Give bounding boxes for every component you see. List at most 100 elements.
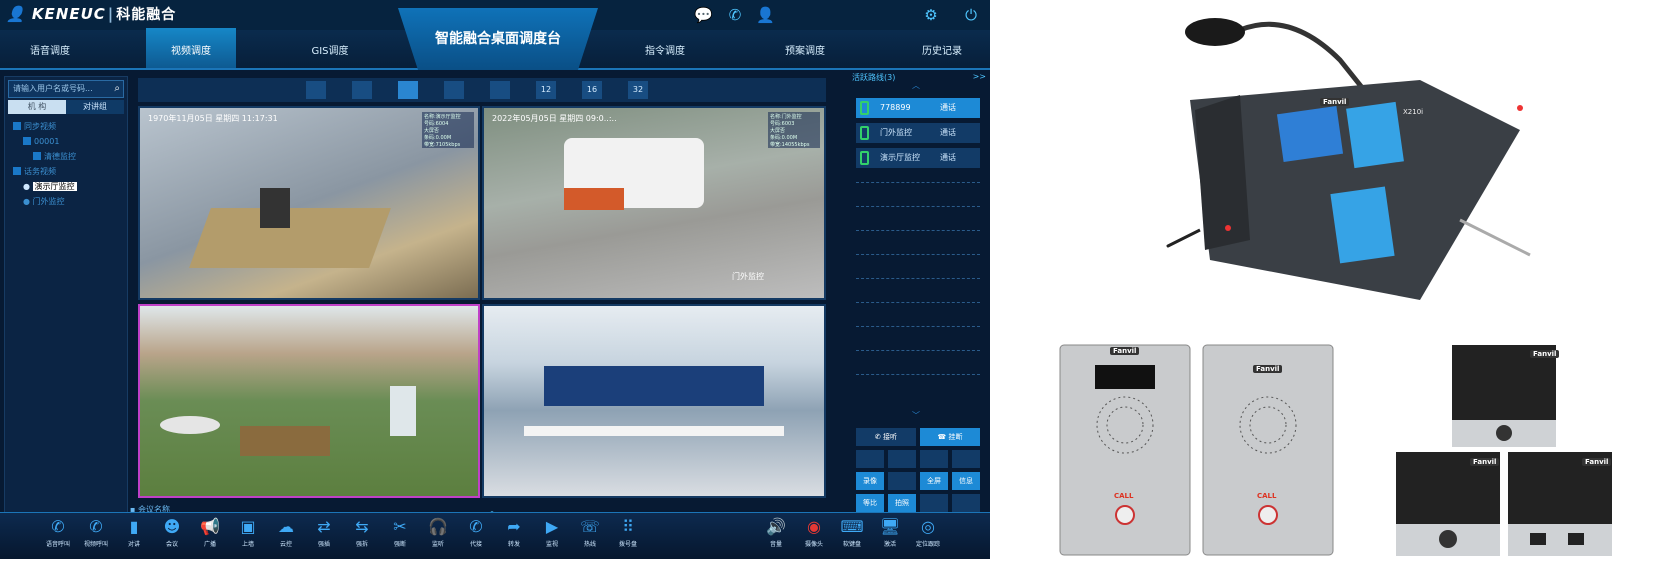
divider <box>856 326 980 327</box>
action-slot[interactable] <box>856 450 884 468</box>
activate-button[interactable]: 🖥 激活 <box>872 517 908 548</box>
tab-plan-dispatch[interactable]: 预案调度 <box>760 42 850 57</box>
action-slot[interactable] <box>888 472 916 490</box>
phone-icon[interactable]: ✆ <box>726 6 744 24</box>
tab-organization[interactable]: 机 构 <box>8 100 66 114</box>
layout-6-button[interactable] <box>444 81 464 99</box>
worker-figure <box>390 386 416 436</box>
gear-icon[interactable]: ⚙ <box>922 6 940 24</box>
camera-node-icon: ● <box>23 182 30 191</box>
action-slot[interactable] <box>888 450 916 468</box>
expand-panel-button[interactable]: >> <box>973 72 986 81</box>
aspect-ratio-button[interactable]: 等比 <box>856 494 884 512</box>
tab-history[interactable]: 历史记录 <box>897 42 987 57</box>
page-title: 智能融合桌面调度台 <box>398 8 598 70</box>
video-call-button[interactable]: ✆ 视频呼叫 <box>78 517 114 548</box>
monitor-listen-button[interactable]: 🎧 监听 <box>420 517 456 548</box>
action-slot[interactable] <box>920 494 948 512</box>
call-row[interactable]: 演示厅监控 通话 <box>856 148 980 168</box>
tree-node-selected[interactable]: ● 演示厅监控 <box>13 179 77 194</box>
force-insert-button[interactable]: ⇄ 强插 <box>306 517 342 548</box>
volume-button[interactable]: 🔊 音量 <box>758 517 794 548</box>
tab-gis-dispatch[interactable]: GIS调度 <box>285 42 375 57</box>
camera-button[interactable]: ◉ 摄像头 <box>796 517 832 548</box>
search-icon[interactable]: ⌕ <box>114 81 120 97</box>
message-icon[interactable]: 💬 <box>694 6 713 24</box>
layout-9-button[interactable] <box>490 81 510 99</box>
search-input[interactable]: 请输入用户名或号码... ⌕ <box>8 80 124 98</box>
video-wall-icon: ▣ <box>240 517 256 536</box>
video-info-box: 名称:门外监控 号码:6003 大屏否 条码:0.00M 带宽:14055kbps <box>768 112 820 148</box>
scroll-down-icon[interactable]: ﹀ <box>912 410 920 421</box>
layout-16-button[interactable]: 16 <box>582 81 602 99</box>
locate-track-button[interactable]: ◎ 定位跟踪 <box>910 517 946 548</box>
fullscreen-button[interactable]: 全屏 <box>920 472 948 490</box>
power-icon[interactable]: ⏻ <box>962 6 980 24</box>
panel-brand-tag: Fanvil <box>1253 365 1283 373</box>
video-info-box: 名称:演示厅监控 号码:6004 大屏否 条码:0.00M 带宽:7105kbps <box>422 112 474 148</box>
force-remove-button[interactable]: ⇆ 强拆 <box>344 517 380 548</box>
soft-keyboard-button[interactable]: ⌨ 软键盘 <box>834 517 870 548</box>
snapshot-button[interactable]: 拍照 <box>888 494 916 512</box>
camera-node-icon: ● <box>23 197 30 206</box>
forward-button[interactable]: ➦ 转发 <box>496 517 532 548</box>
answer-button[interactable]: ✆ 接听 <box>856 428 916 446</box>
hangup-button[interactable]: ☎ 挂断 <box>920 428 980 446</box>
dialpad-button[interactable]: ⠿ 拨号盘 <box>610 517 646 548</box>
panel-brand-tag: Fanvil <box>1110 347 1140 355</box>
console-desk <box>524 426 784 436</box>
mini-brand-tag: Fanvil <box>1470 458 1500 466</box>
force-disconnect-button[interactable]: ✂ 强断 <box>382 517 418 548</box>
intercom-panel-camera <box>1059 344 1191 556</box>
meeting-button[interactable]: ☻ 会议 <box>154 517 190 548</box>
action-slot[interactable] <box>952 494 980 512</box>
layout-32-button[interactable]: 32 <box>628 81 648 99</box>
tab-voice-dispatch[interactable]: 语音调度 <box>5 42 95 57</box>
expand-icon[interactable] <box>33 152 41 160</box>
collapse-icon[interactable] <box>23 137 31 145</box>
layout-4-button[interactable] <box>398 81 418 99</box>
tree-node[interactable]: 同步视频 <box>13 119 77 134</box>
video-wall-button[interactable]: ▣ 上墙 <box>230 517 266 548</box>
tab-command-dispatch[interactable]: 指令调度 <box>620 42 710 57</box>
contacts-icon[interactable]: 👤 <box>756 6 775 24</box>
intercom-button[interactable]: ▮ 对讲 <box>116 517 152 548</box>
active-calls-panel: 活跃路线(3) >> ︿ 778899 通话 门外监控 通话 演示厅监控 通话 ﹀ ✆… <box>852 72 986 512</box>
brand-logo: 👤 KENEUC | 科能融合 <box>6 5 177 23</box>
scroll-up-icon[interactable]: ︿ <box>912 80 920 91</box>
layout-1-button[interactable] <box>306 81 326 99</box>
phone-device-icon <box>860 126 869 140</box>
call-row[interactable]: 778899 通话 <box>856 98 980 118</box>
tree-node[interactable]: 话务视频 <box>13 164 77 179</box>
video-cell[interactable]: 1970年11月05日 星期四 11:17:31 名称:演示厅监控 号码:6004… <box>138 106 480 300</box>
product-showcase: Fanvil X210i Fanvil Fanvil Fanvil Fanvil… <box>990 0 1678 559</box>
tree-node[interactable]: 清德监控 <box>13 149 77 164</box>
video-cell[interactable]: 2022年05月05日 星期四 09:0..:.. 名称:门外监控 号码:6003… <box>482 106 826 300</box>
force-disconnect-icon: ✂ <box>393 517 407 536</box>
search-placeholder: 请输入用户名或号码... <box>13 84 93 93</box>
collapse-icon[interactable] <box>13 167 21 175</box>
tab-video-dispatch[interactable]: 视频调度 <box>146 28 236 68</box>
video-cell-selected[interactable] <box>138 304 480 498</box>
call-row[interactable]: 门外监控 通话 <box>856 123 980 143</box>
record-button[interactable]: 录像 <box>856 472 884 490</box>
intercom-panel <box>1202 344 1334 556</box>
action-slot[interactable] <box>952 450 980 468</box>
hotline-button[interactable]: ☏ 热线 <box>572 517 608 548</box>
video-cell[interactable] <box>482 304 826 498</box>
broadcast-button[interactable]: 📢 广播 <box>192 517 228 548</box>
voice-call-button[interactable]: ✆ 语音呼叫 <box>40 517 76 548</box>
forward-icon: ➦ <box>507 517 521 536</box>
tree-node[interactable]: 00001 <box>13 134 77 149</box>
info-button[interactable]: 信息 <box>952 472 980 490</box>
action-slot[interactable] <box>920 450 948 468</box>
layout-12-button[interactable]: 12 <box>536 81 556 99</box>
cloud-control-button[interactable]: ☁ 云控 <box>268 517 304 548</box>
monitor-button[interactable]: ▶ 监视 <box>534 517 570 548</box>
layout-2-button[interactable] <box>352 81 372 99</box>
tree-node[interactable]: ● 门外监控 <box>13 194 77 209</box>
call-pickup-button[interactable]: ✆ 代接 <box>458 517 494 548</box>
divider <box>856 230 980 231</box>
tab-talk-group[interactable]: 对讲组 <box>66 100 124 114</box>
collapse-icon[interactable] <box>13 122 21 130</box>
